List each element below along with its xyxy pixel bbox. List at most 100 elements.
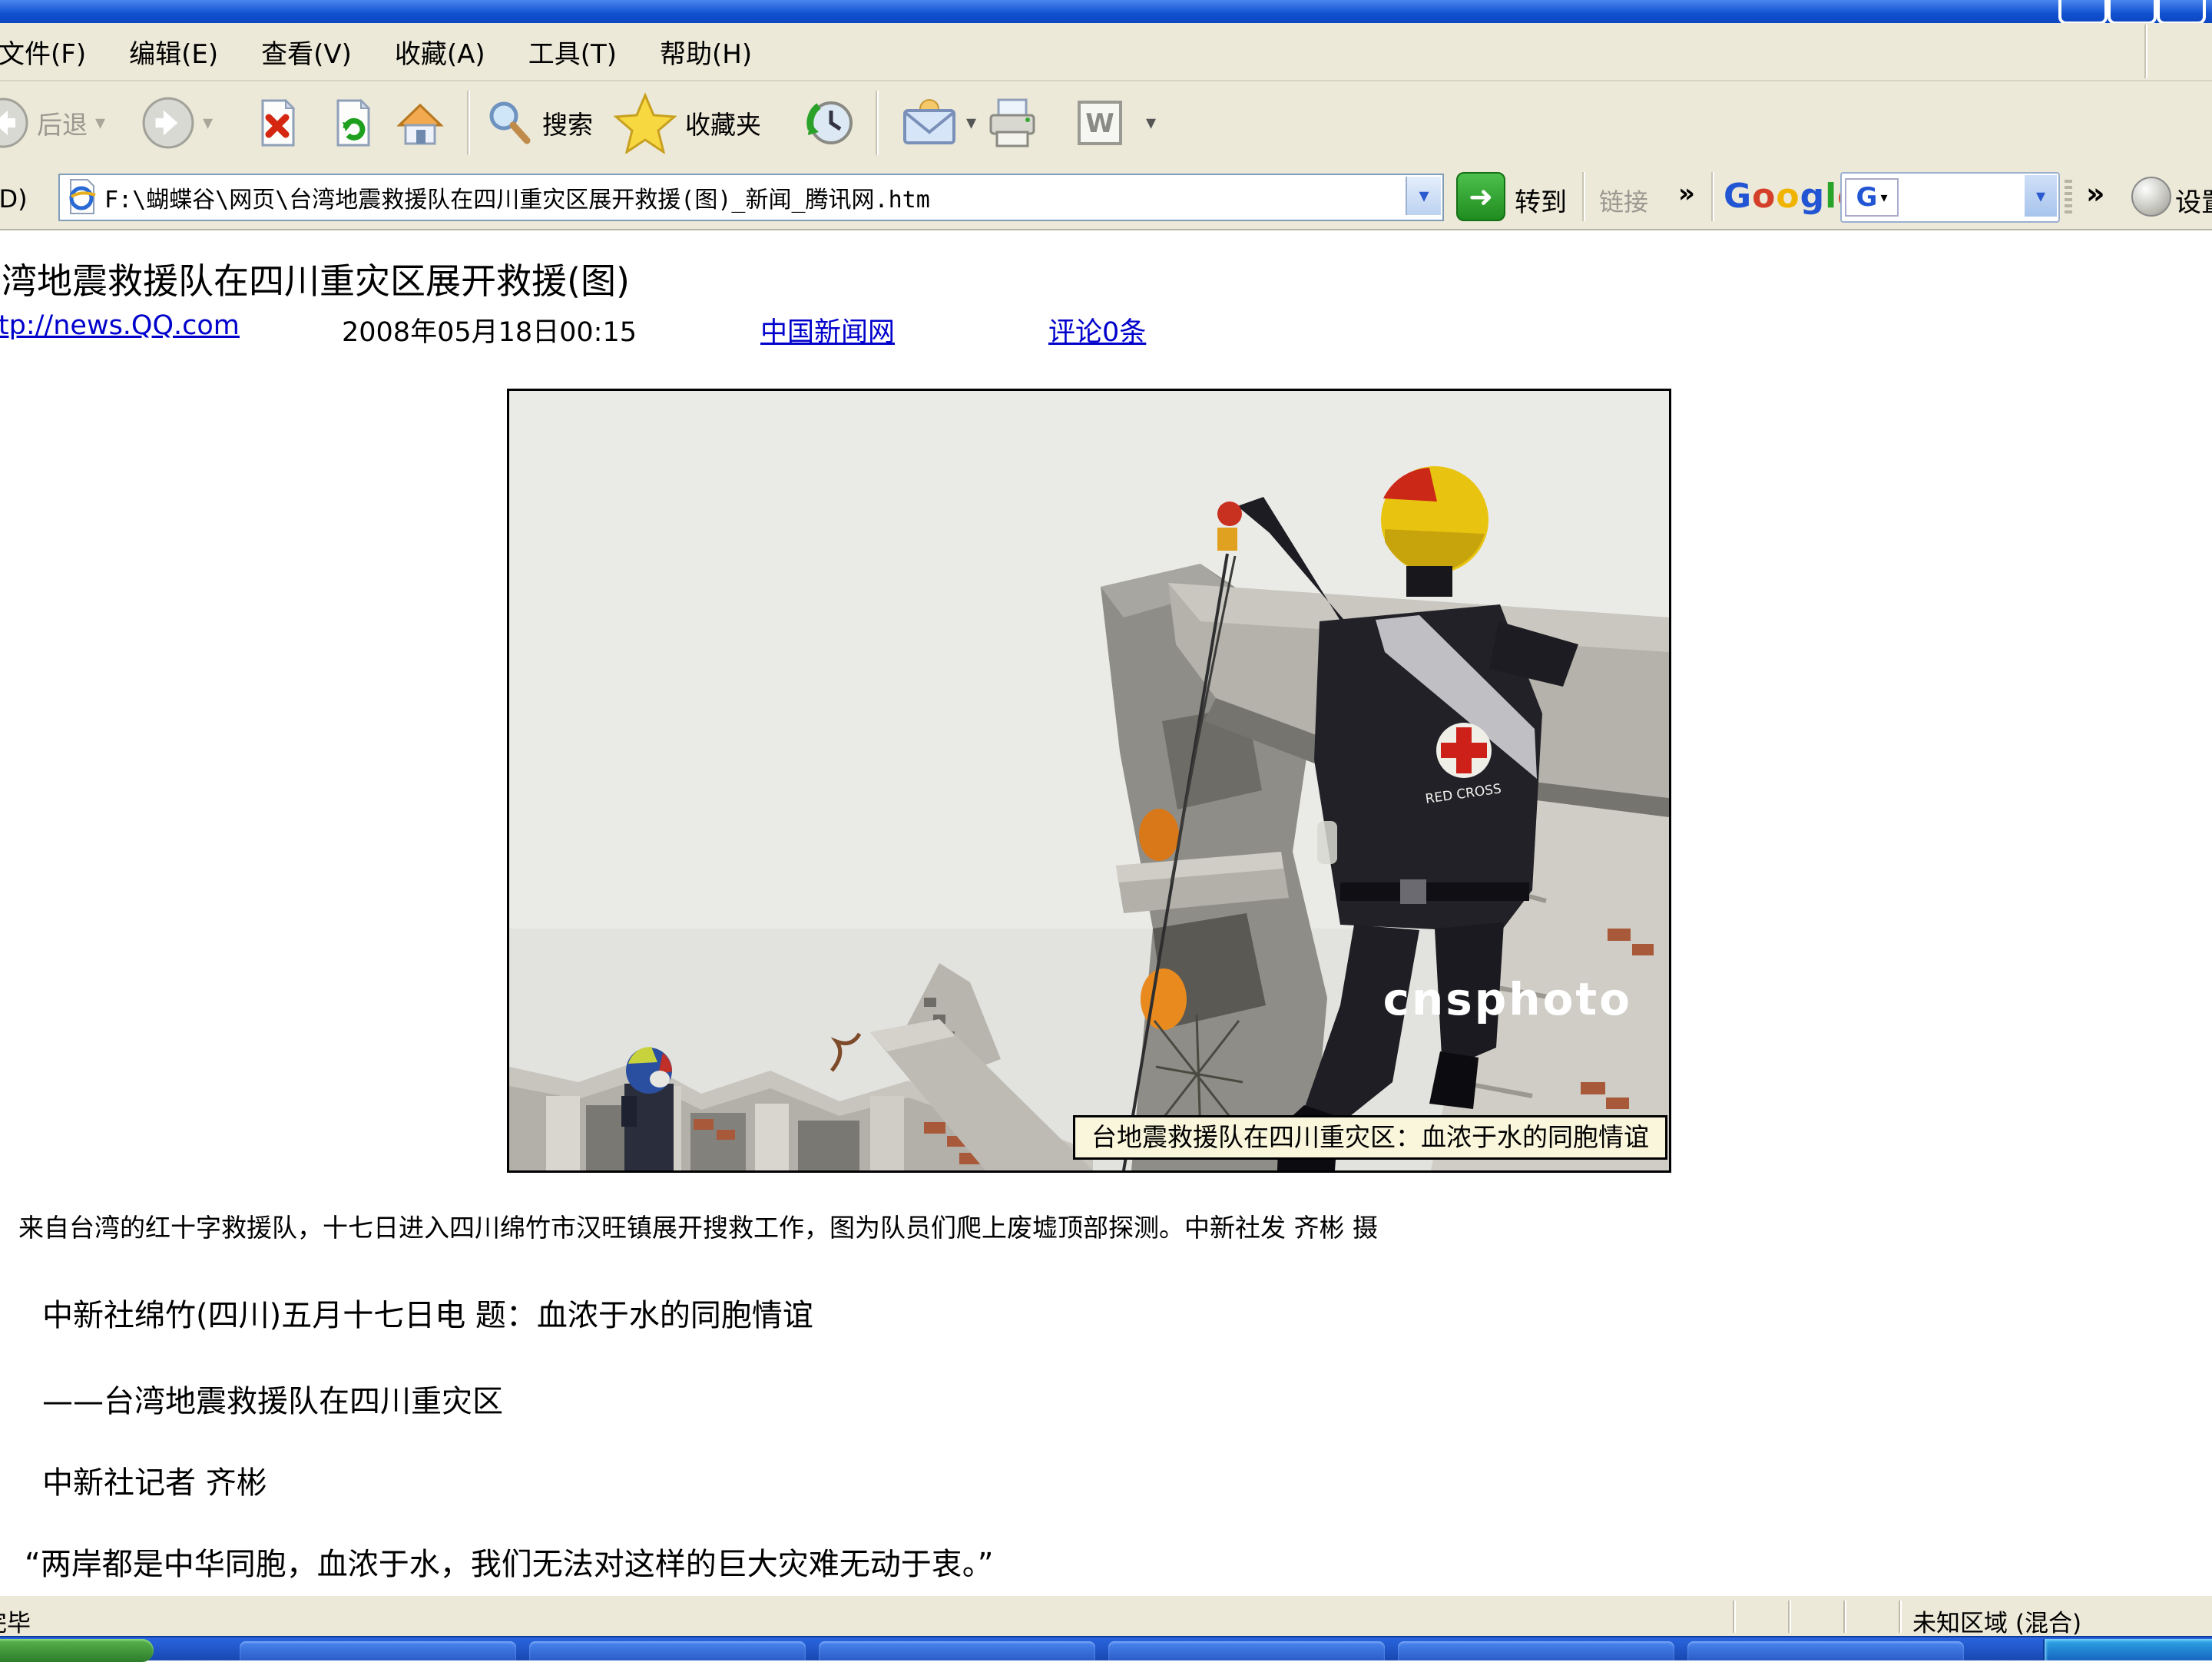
home-button[interactable] bbox=[395, 81, 445, 164]
menu-tools[interactable]: 工具(T) bbox=[507, 33, 638, 71]
mail-button[interactable]: ▾ bbox=[900, 81, 976, 164]
taskbar-window-button[interactable] bbox=[240, 1641, 516, 1660]
browser-viewport: 台湾地震救援队在四川重灾区展开救援(图) http://news.QQ.com … bbox=[0, 229, 2212, 1596]
address-input[interactable]: F:\蝴蝶谷\网页\台湾地震救援队在四川重灾区展开救援(图)_新闻_腾讯网.ht… bbox=[58, 174, 1444, 221]
menu-view[interactable]: 查看(V) bbox=[240, 33, 373, 71]
address-bar: 地址(D) F:\蝴蝶谷\网页\台湾地震救援队在四川重灾区展开救援(图)_新闻_… bbox=[0, 166, 2212, 229]
stop-button[interactable] bbox=[253, 81, 301, 164]
window-title-bar bbox=[0, 0, 2212, 23]
word-icon: W bbox=[1077, 100, 1123, 146]
comments-link[interactable]: 评论0条 bbox=[1048, 310, 1146, 349]
google-mode-dropdown-icon: ▾ bbox=[1880, 190, 1887, 206]
toolbar-more-dropdown[interactable]: ▾ bbox=[1146, 81, 1156, 164]
taskbar-window-button[interactable] bbox=[529, 1641, 806, 1660]
address-label: 地址(D) bbox=[0, 180, 28, 215]
stop-icon bbox=[253, 98, 301, 148]
address-value: F:\蝴蝶谷\网页\台湾地震救援队在四川重灾区展开救援(图)_新闻_腾讯网.ht… bbox=[104, 180, 930, 214]
status-bar: 完毕 未知区域 (混合) bbox=[0, 1594, 2212, 1637]
forward-icon bbox=[141, 96, 195, 150]
search-button[interactable]: 搜索 bbox=[484, 81, 593, 164]
go-label[interactable]: 转到 bbox=[1515, 181, 1567, 219]
close-button[interactable] bbox=[2157, 0, 2206, 25]
favorites-button[interactable]: 收藏夹 bbox=[613, 81, 761, 164]
status-separator bbox=[1899, 1601, 1902, 1633]
search-label: 搜索 bbox=[542, 104, 593, 141]
toolbar-separator bbox=[467, 91, 470, 155]
print-button[interactable] bbox=[983, 81, 1041, 164]
photo-watermark: cnsphoto bbox=[1383, 973, 1632, 1025]
menu-edit[interactable]: 编辑(E) bbox=[108, 33, 240, 71]
google-toolbar-chevron-icon[interactable]: » bbox=[2086, 177, 2105, 210]
taskbar-window-button[interactable] bbox=[1398, 1641, 1674, 1660]
standard-toolbar: 后退 ▾ ▾ bbox=[0, 80, 2212, 169]
refresh-icon bbox=[329, 98, 376, 148]
go-button[interactable]: ➜ bbox=[1456, 172, 1505, 221]
minimize-button[interactable] bbox=[2058, 0, 2108, 25]
status-separator bbox=[1733, 1601, 1736, 1633]
photo-overlay-caption: 台地震救援队在四川重灾区：血浓于水的同胞情谊 bbox=[1073, 1115, 1667, 1160]
print-icon bbox=[983, 95, 1041, 151]
article-paragraph: “两岸都是中华同胞，血浓于水，我们无法对这样的巨大灾难无动于衷。” bbox=[25, 1539, 993, 1584]
google-settings-sphere-icon[interactable] bbox=[2131, 177, 2171, 217]
article-date: 2008年05月18日00:15 bbox=[342, 310, 637, 349]
forward-dropdown-icon: ▾ bbox=[203, 111, 213, 134]
google-search-dropdown-button[interactable]: ▾ bbox=[2025, 175, 2057, 217]
links-chevron-icon[interactable]: » bbox=[1678, 178, 1695, 209]
toolbar-logo-divider bbox=[2144, 25, 2147, 78]
google-search-mode-button[interactable]: G ▾ bbox=[1845, 178, 1899, 217]
ie-page-icon bbox=[65, 178, 98, 217]
address-dropdown-button[interactable]: ▾ bbox=[1406, 177, 1441, 215]
address-dropdown-icon: ▾ bbox=[1419, 184, 1429, 207]
toolbar-grip[interactable] bbox=[2065, 180, 2072, 214]
edit-with-word-button[interactable]: W bbox=[1077, 81, 1123, 164]
rescue-photo-illustration: RED CROSS cnsphoto bbox=[509, 391, 1669, 1170]
article-paragraph: ——台湾地震救援队在四川重灾区 bbox=[42, 1376, 503, 1421]
taskbar-window-button[interactable] bbox=[1687, 1641, 1964, 1660]
back-label: 后退 bbox=[37, 104, 88, 141]
refresh-button[interactable] bbox=[329, 81, 376, 164]
status-separator bbox=[1843, 1601, 1846, 1633]
history-icon bbox=[800, 94, 859, 152]
maximize-button[interactable] bbox=[2108, 0, 2157, 25]
menu-favorites[interactable]: 收藏(A) bbox=[373, 33, 507, 71]
google-settings-label[interactable]: 设置 bbox=[2175, 181, 2212, 219]
source-link[interactable]: http://news.QQ.com bbox=[0, 310, 240, 341]
article-paragraph: 中新社绵竹(四川)五月十七日电 题：血浓于水的同胞情谊 bbox=[42, 1290, 813, 1335]
links-label[interactable]: 链接 bbox=[1599, 183, 1648, 218]
agency-link[interactable]: 中国新闻网 bbox=[760, 310, 895, 349]
forward-button[interactable]: ▾ bbox=[141, 81, 213, 164]
article-title: 台湾地震救援队在四川重灾区展开救援(图) bbox=[0, 253, 630, 304]
taskbar-window-button[interactable] bbox=[819, 1641, 1095, 1660]
back-icon bbox=[0, 97, 29, 149]
history-button[interactable] bbox=[800, 81, 859, 164]
google-g-icon: G bbox=[1856, 182, 1878, 213]
system-tray[interactable] bbox=[2043, 1639, 2212, 1660]
home-icon bbox=[395, 98, 445, 148]
go-arrow-icon: ➜ bbox=[1469, 182, 1493, 211]
google-letter: g bbox=[1800, 177, 1826, 216]
back-button[interactable]: 后退 ▾ bbox=[0, 81, 105, 164]
windows-taskbar bbox=[0, 1636, 2212, 1660]
mail-icon bbox=[900, 98, 959, 147]
addressbar-separator bbox=[1711, 172, 1714, 221]
google-letter: o bbox=[1776, 177, 1800, 216]
mail-dropdown-icon: ▾ bbox=[966, 111, 976, 134]
more-dropdown-icon: ▾ bbox=[1146, 111, 1156, 134]
taskbar-window-button[interactable] bbox=[1108, 1641, 1385, 1660]
addressbar-separator bbox=[1582, 172, 1585, 221]
status-separator bbox=[1788, 1601, 1791, 1633]
google-letter: G bbox=[1724, 177, 1752, 216]
toolbar-separator bbox=[876, 91, 879, 155]
google-letter: o bbox=[1752, 177, 1776, 216]
menu-file[interactable]: 文件(F) bbox=[0, 33, 108, 71]
back-dropdown-icon: ▾ bbox=[95, 111, 105, 134]
menu-bar: 文件(F) 编辑(E) 查看(V) 收藏(A) 工具(T) 帮助(H) bbox=[0, 23, 2212, 81]
favorites-star-icon bbox=[613, 92, 677, 154]
menu-help[interactable]: 帮助(H) bbox=[638, 33, 773, 71]
article-paragraph: 中新社记者 齐彬 bbox=[42, 1458, 267, 1502]
search-icon bbox=[484, 98, 535, 148]
photo-caption: 来自台湾的红十字救援队，十七日进入四川绵竹市汉旺镇展开搜救工作，图为队员们爬上废… bbox=[18, 1207, 1378, 1244]
status-done-text: 完毕 bbox=[0, 1604, 31, 1638]
favorites-label: 收藏夹 bbox=[685, 104, 761, 141]
google-search-box[interactable]: G ▾ ▾ bbox=[1840, 172, 2060, 223]
